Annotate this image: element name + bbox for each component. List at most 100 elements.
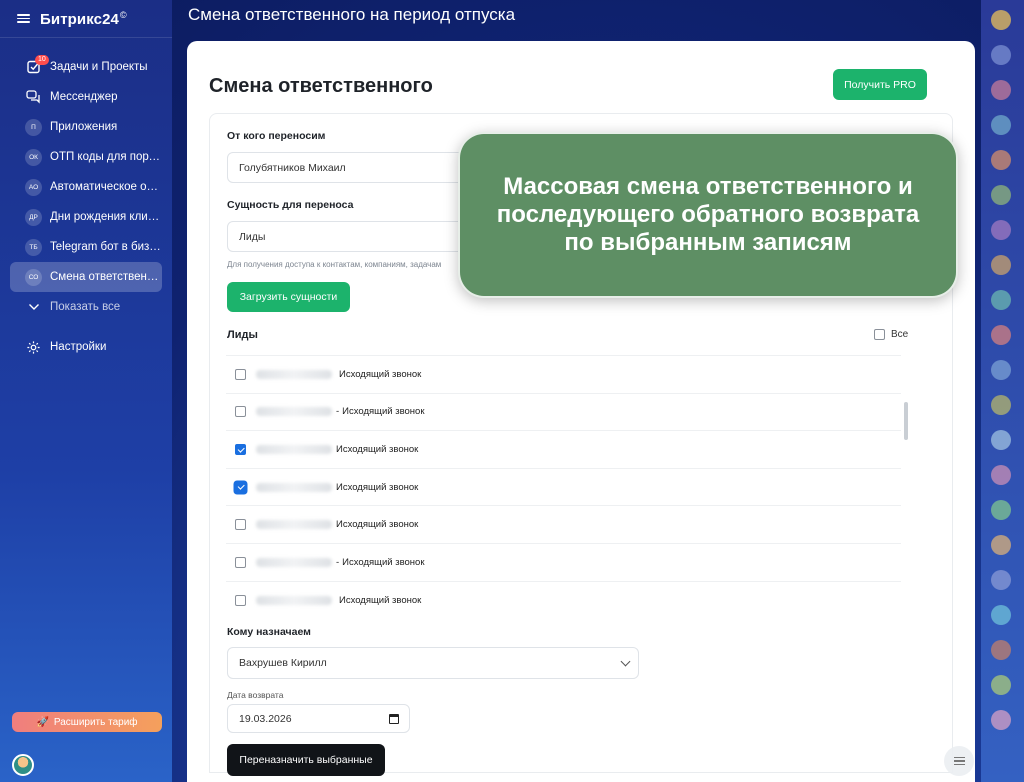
rocket-icon: 🚀 bbox=[36, 716, 49, 728]
phone-redacted bbox=[256, 407, 332, 417]
list-item-text: Исходящий звонок bbox=[339, 368, 422, 380]
rail-avatar[interactable] bbox=[991, 675, 1011, 695]
entity-label: Сущность для переноса bbox=[227, 199, 354, 211]
list-item[interactable]: Исходящий звонок bbox=[226, 506, 901, 544]
sidebar-nav: 10 Задачи и Проекты Мессенджер П Приложе… bbox=[0, 52, 172, 362]
list-menu-icon[interactable] bbox=[944, 746, 974, 776]
sidebar-header: Битрикс24© bbox=[0, 0, 172, 38]
rail-avatar[interactable] bbox=[991, 500, 1011, 520]
from-user-value: Голубятников Михаил bbox=[239, 161, 346, 174]
chevron-down-icon bbox=[25, 299, 42, 316]
sidebar-item-birthdays[interactable]: ДР Дни рождения клиен... bbox=[10, 202, 162, 232]
phone-redacted bbox=[256, 444, 332, 454]
sidebar-item-label: Приложения bbox=[50, 121, 118, 133]
reassign-selected-button[interactable]: Переназначить выбранные bbox=[227, 744, 385, 776]
checkbox[interactable] bbox=[235, 594, 246, 606]
leads-list: Исходящий звонок - Исходящий звонок Исход… bbox=[226, 355, 901, 619]
rail-avatar[interactable] bbox=[991, 45, 1011, 65]
avatar[interactable] bbox=[12, 754, 34, 776]
brand-logo[interactable]: Битрикс24© bbox=[40, 10, 127, 28]
sidebar-show-all[interactable]: Показать все bbox=[10, 292, 162, 322]
calendar-icon[interactable] bbox=[389, 714, 399, 724]
phone-redacted bbox=[256, 595, 332, 605]
list-item[interactable]: Исходящий звонок bbox=[226, 582, 901, 620]
rail-avatar[interactable] bbox=[991, 290, 1011, 310]
list-item[interactable]: - Исходящий звонок bbox=[226, 544, 901, 582]
return-date-input[interactable]: 19.03.2026 bbox=[227, 704, 410, 733]
list-scrollbar[interactable] bbox=[904, 402, 908, 440]
list-item-text: Исходящий звонок bbox=[336, 481, 419, 493]
sidebar-item-label: Задачи и Проекты bbox=[50, 61, 148, 73]
checkbox[interactable] bbox=[235, 519, 246, 531]
rail-avatar[interactable] bbox=[991, 710, 1011, 730]
right-rail bbox=[981, 0, 1024, 782]
rail-avatar[interactable] bbox=[991, 325, 1011, 345]
get-pro-button[interactable]: Получить PRO bbox=[833, 69, 927, 100]
sidebar: Битрикс24© 10 Задачи и Проекты Мессендже… bbox=[0, 0, 172, 782]
select-all-checkbox[interactable]: Все bbox=[874, 329, 908, 340]
sidebar-item-messenger[interactable]: Мессенджер bbox=[10, 82, 162, 112]
rail-avatar[interactable] bbox=[991, 10, 1011, 30]
app-abbr-icon: ДР bbox=[25, 208, 42, 226]
rail-avatar[interactable] bbox=[991, 220, 1011, 240]
list-item-prefix: - bbox=[336, 406, 340, 418]
list-title: Лиды bbox=[227, 329, 258, 341]
assignee-value: Вахрушев Кирилл bbox=[239, 657, 327, 669]
app-abbr-icon: АО bbox=[25, 178, 42, 196]
entity-hint: Для получения доступа к контактам, компа… bbox=[227, 260, 442, 269]
rail-avatar[interactable] bbox=[991, 640, 1011, 660]
tasks-count-badge: 10 bbox=[35, 55, 49, 65]
rail-avatar[interactable] bbox=[991, 115, 1011, 135]
chevron-down-icon bbox=[620, 656, 631, 667]
list-item-text: Исходящий звонок bbox=[342, 556, 425, 568]
assignee-label: Кому назначаем bbox=[227, 626, 311, 638]
load-entities-button[interactable]: Загрузить сущности bbox=[227, 282, 350, 312]
checkbox[interactable] bbox=[235, 368, 246, 380]
list-item-text: Исходящий звонок bbox=[339, 594, 422, 606]
phone-redacted bbox=[256, 557, 332, 567]
chat-bubbles-icon bbox=[25, 89, 42, 106]
list-item[interactable]: - Исходящий звонок bbox=[226, 394, 901, 432]
sidebar-item-telegram-bot[interactable]: ТБ Telegram бот в бизне... bbox=[10, 232, 162, 262]
list-item[interactable]: Исходящий звонок bbox=[226, 469, 901, 507]
rail-avatar[interactable] bbox=[991, 255, 1011, 275]
rail-avatar[interactable] bbox=[991, 430, 1011, 450]
from-label: От кого переносим bbox=[227, 130, 326, 142]
card-title: Смена ответственного bbox=[209, 75, 433, 97]
checkbox[interactable] bbox=[235, 556, 246, 568]
sidebar-item-label: Смена ответственно... bbox=[50, 271, 162, 283]
rail-avatar[interactable] bbox=[991, 150, 1011, 170]
rail-avatar[interactable] bbox=[991, 570, 1011, 590]
sidebar-item-label: Мессенджер bbox=[50, 91, 118, 103]
sidebar-item-settings[interactable]: Настройки bbox=[10, 332, 162, 362]
phone-redacted bbox=[256, 520, 332, 530]
menu-icon[interactable] bbox=[17, 14, 30, 23]
sidebar-item-tasks[interactable]: 10 Задачи и Проекты bbox=[10, 52, 162, 82]
phone-redacted bbox=[256, 369, 332, 379]
list-item[interactable]: Исходящий звонок bbox=[226, 431, 901, 469]
checkbox-checked[interactable] bbox=[235, 443, 246, 455]
assignee-select[interactable]: Вахрушев Кирилл bbox=[227, 647, 639, 679]
rail-avatar[interactable] bbox=[991, 465, 1011, 485]
rail-avatar[interactable] bbox=[991, 535, 1011, 555]
sidebar-item-label: Настройки bbox=[50, 341, 107, 353]
return-date-value: 19.03.2026 bbox=[239, 712, 292, 725]
rail-avatar[interactable] bbox=[991, 80, 1011, 100]
rail-avatar[interactable] bbox=[991, 395, 1011, 415]
checkbox[interactable] bbox=[874, 329, 885, 340]
select-all-label: Все bbox=[891, 329, 909, 340]
list-item[interactable]: Исходящий звонок bbox=[226, 356, 901, 394]
list-item-text: Исходящий звонок bbox=[336, 519, 419, 531]
sidebar-item-auto-update[interactable]: АО Автоматическое обн... bbox=[10, 172, 162, 202]
sidebar-item-apps[interactable]: П Приложения bbox=[10, 112, 162, 142]
rail-avatar[interactable] bbox=[991, 605, 1011, 625]
sidebar-item-label: Telegram бот в бизне... bbox=[50, 241, 162, 253]
checkbox[interactable] bbox=[235, 406, 246, 418]
list-item-prefix: - bbox=[336, 556, 340, 568]
upgrade-plan-button[interactable]: 🚀 Расширить тариф bbox=[12, 712, 162, 732]
sidebar-item-change-responsible[interactable]: СО Смена ответственно... bbox=[10, 262, 162, 292]
rail-avatar[interactable] bbox=[991, 185, 1011, 205]
rail-avatar[interactable] bbox=[991, 360, 1011, 380]
sidebar-item-otp-codes[interactable]: ОК ОТП коды для порта... bbox=[10, 142, 162, 172]
checkbox-checked[interactable] bbox=[235, 481, 246, 493]
